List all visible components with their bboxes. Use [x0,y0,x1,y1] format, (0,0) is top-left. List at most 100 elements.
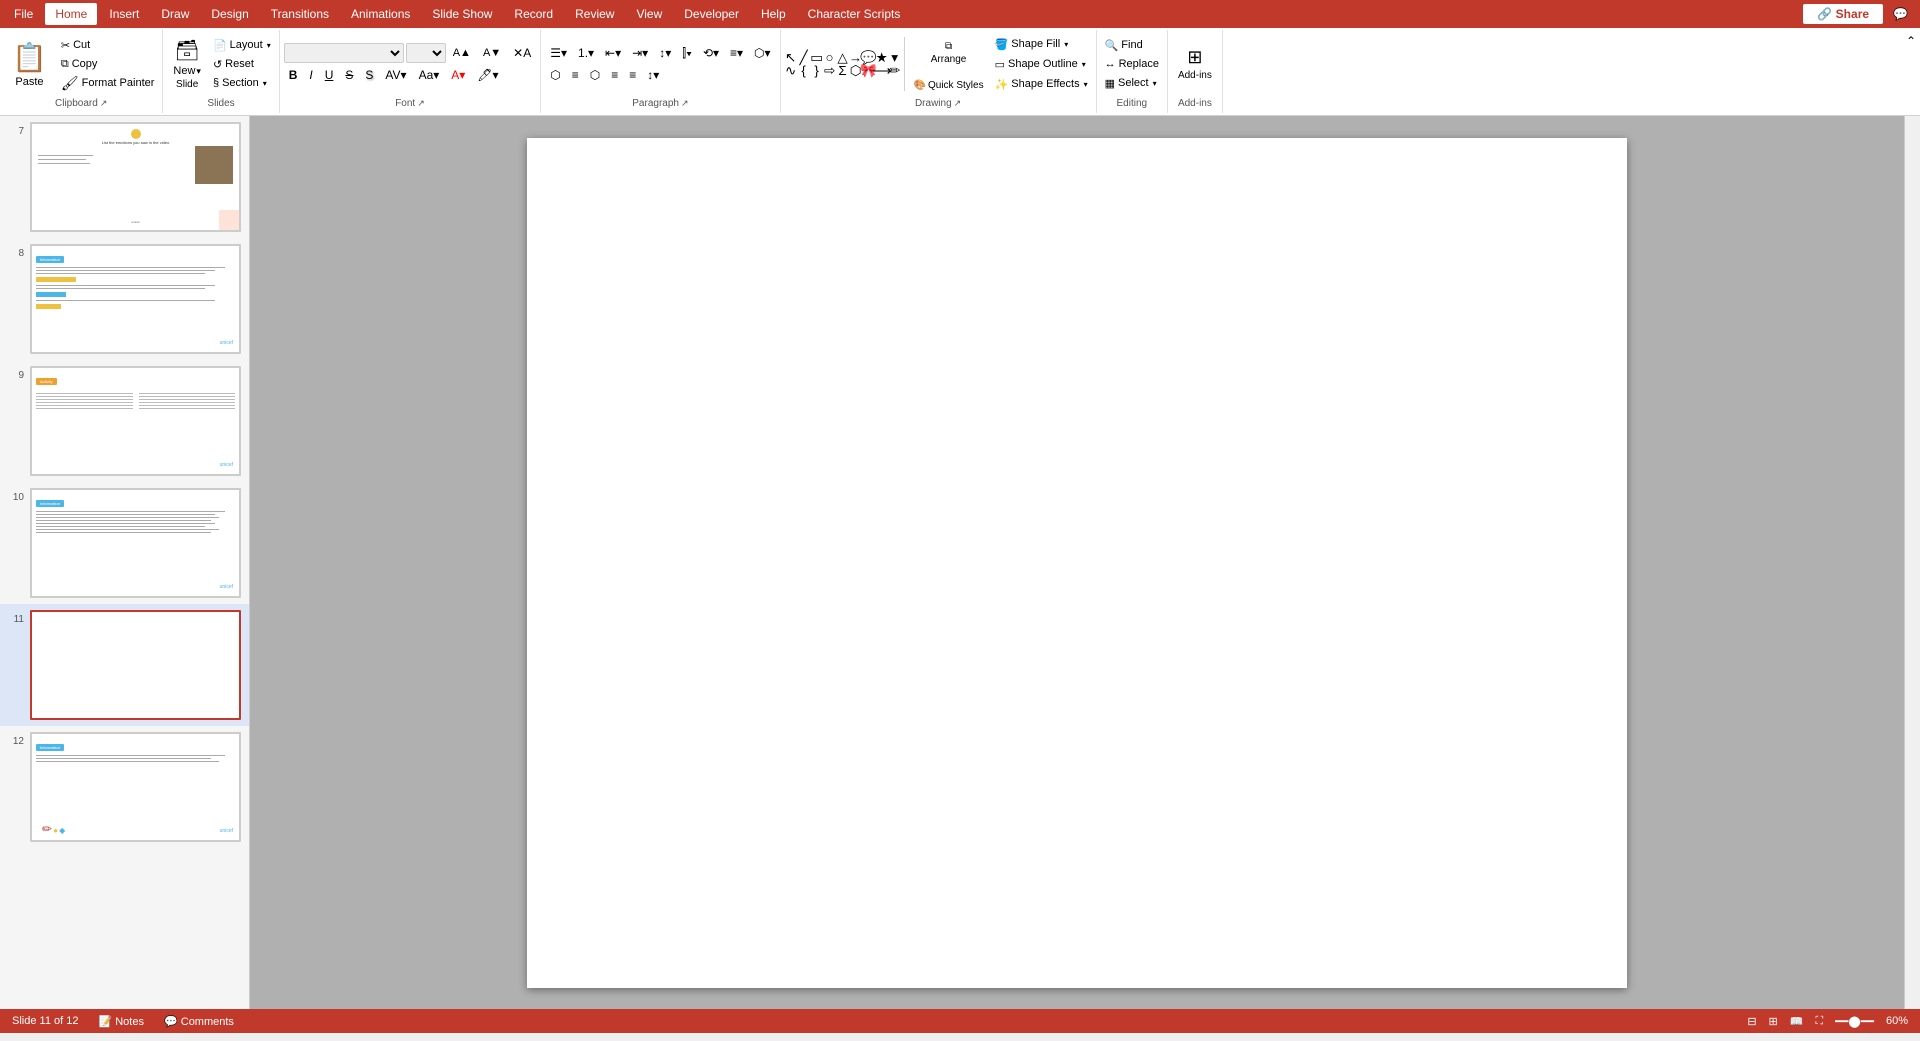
shape-outline-btn[interactable]: ▭ Shape Outline ▾ [991,55,1092,73]
zoom-slider[interactable]: ━━⬤━━ [1835,1015,1874,1028]
menu-character-scripts[interactable]: Character Scripts [798,3,911,25]
comments-btn-status[interactable]: 💬 Comments [164,1015,234,1028]
slide-thumb-9[interactable]: 9 Activity [0,360,249,482]
share-button[interactable]: 🔗 Share [1803,4,1883,24]
decrease-font-size-btn[interactable]: A▼ [478,43,506,63]
slide-thumb-8[interactable]: 8 Information unicef [0,238,249,360]
paste-button[interactable]: 📋 Paste [4,33,55,95]
font-color-btn[interactable]: A▾ [446,65,470,85]
cut-button[interactable]: ✂ Cut [57,36,159,54]
slide-thumb-7[interactable]: 7 List the emotions you saw in the video… [0,116,249,238]
addins-button[interactable]: ⊞ Add-ins [1172,37,1218,91]
arrange-button[interactable]: ⧉ Arrange [908,33,990,73]
replace-button[interactable]: ↔ Replace [1101,55,1163,73]
collapse-ribbon-btn[interactable]: ⌃ [1906,34,1916,48]
slide-thumb-12[interactable]: 12 Information ✏ ● ◆ unicef [0,726,249,848]
para-spacing-btn[interactable]: ↕▾ [642,65,664,85]
menu-animations[interactable]: Animations [341,3,420,25]
slide-thumb-11[interactable]: 11 [0,604,249,726]
slide12-badge: Information [36,744,64,751]
decrease-indent-btn[interactable]: ⇤▾ [600,43,626,63]
slide-canvas[interactable] [527,138,1627,988]
shape-bracket-btn[interactable]: { [798,65,810,77]
slide7-lines [38,152,93,167]
char-spacing-btn[interactable]: AV▾ [380,65,411,85]
reset-button[interactable]: ↺ Reset [209,55,275,73]
highlight-btn[interactable]: 🖊▾ [472,65,503,85]
menu-draw[interactable]: Draw [151,3,199,25]
menu-design[interactable]: Design [201,3,258,25]
columns-btn[interactable]: ⫿▾ [677,43,697,63]
clipboard-dialog-icon[interactable]: ↗ [100,98,108,109]
menu-file[interactable]: File [4,3,43,25]
slide9-col1-line3 [36,399,133,400]
shape-effects-btn[interactable]: ✨ Shape Effects ▾ [991,75,1092,93]
section-button[interactable]: § Section ▾ [209,74,275,92]
font-family-select[interactable] [284,43,404,63]
menu-help[interactable]: Help [751,3,796,25]
drawing-dialog-icon[interactable]: ↗ [954,98,962,109]
shape-bezier-btn[interactable]: ∿ [785,65,797,77]
bullet-list-btn[interactable]: ☰▾ [545,43,572,63]
shape-line-btn[interactable]: ╱ [798,52,810,64]
font-dialog-icon[interactable]: ↗ [417,98,425,109]
slide-thumb-10[interactable]: 10 Information unicef [0,482,249,604]
shape-freeform-btn[interactable]: ✏ [889,65,901,77]
main-canvas-area [250,116,1904,1009]
shape-connector-btn[interactable]: ⟶ [876,65,888,77]
align-left-btn[interactable]: ⬡ [545,65,565,85]
shape-brace-btn[interactable]: } [811,65,823,77]
line-spacing-btn[interactable]: ↕▾ [654,43,676,63]
align-center-btn[interactable]: ≡ [567,65,584,85]
justify-btn[interactable]: ≡ [606,65,623,85]
clear-formatting-btn[interactable]: ✕A [508,43,536,63]
menu-transitions[interactable]: Transitions [261,3,339,25]
layout-button[interactable]: 📄 Layout ▾ [209,36,275,54]
view-reading-btn[interactable]: 📖 [1790,1015,1804,1028]
shape-triangle-btn[interactable]: △ [837,52,849,64]
view-presentation-btn[interactable]: ⛶ [1815,1015,1823,1028]
shape-equation-btn[interactable]: Σ [837,65,849,77]
italic-btn[interactable]: I [304,65,317,85]
right-scrollbar[interactable] [1904,116,1920,1009]
increase-font-size-btn[interactable]: A▲ [448,43,476,63]
quick-styles-button[interactable]: 🎨 Quick Styles [908,75,990,95]
menu-review[interactable]: Review [565,3,624,25]
slide10-l3 [36,517,219,518]
align-text-btn[interactable]: ≡▾ [725,43,748,63]
increase-indent-btn[interactable]: ⇥▾ [627,43,653,63]
view-slidesorter-btn[interactable]: ⊞ [1769,1015,1778,1028]
view-normal-btn[interactable]: ⊟ [1747,1015,1756,1028]
shadow-btn[interactable]: S [360,65,378,85]
change-case-btn[interactable]: Aa▾ [414,65,445,85]
new-slide-button[interactable]: 🗃 New ▾ Slide [167,34,207,94]
align-right-btn[interactable]: ⬡ [585,65,605,85]
new-slide-dropdown[interactable]: ▾ [196,66,201,77]
paragraph-dialog-icon[interactable]: ↗ [681,98,689,109]
menu-record[interactable]: Record [504,3,563,25]
menu-insert[interactable]: Insert [99,3,149,25]
select-button[interactable]: ▦ Select ▾ [1101,74,1163,92]
shape-rect-btn[interactable]: ▭ [811,52,823,64]
menu-developer[interactable]: Developer [674,3,749,25]
notes-btn[interactable]: 📝 Notes [98,1015,144,1028]
smartart-btn[interactable]: ⬡▾ [749,43,776,63]
copy-button[interactable]: ⧉ Copy [57,55,159,73]
text-direction-btn[interactable]: ⟲▾ [698,43,724,63]
num-list-btn[interactable]: 1.▾ [573,43,599,63]
strikethrough-btn[interactable]: S [340,65,358,85]
shape-fill-btn[interactable]: 🪣 Shape Fill ▾ [991,35,1092,53]
menu-view[interactable]: View [626,3,672,25]
underline-btn[interactable]: U [320,65,339,85]
slide8-line5 [36,288,205,289]
font-size-select[interactable] [406,43,446,63]
find-button[interactable]: 🔍 Find [1101,36,1163,54]
menu-slideshow[interactable]: Slide Show [422,3,502,25]
shape-block-arrow-btn[interactable]: ⇨ [824,65,836,77]
justify-low-btn[interactable]: ≡ [624,65,641,85]
bold-btn[interactable]: B [284,65,303,85]
comments-btn[interactable]: 💬 [1885,5,1916,23]
format-painter-button[interactable]: 🖌 Format Painter [57,74,159,92]
slide8-line4 [36,285,215,286]
menu-home[interactable]: Home [45,3,97,25]
